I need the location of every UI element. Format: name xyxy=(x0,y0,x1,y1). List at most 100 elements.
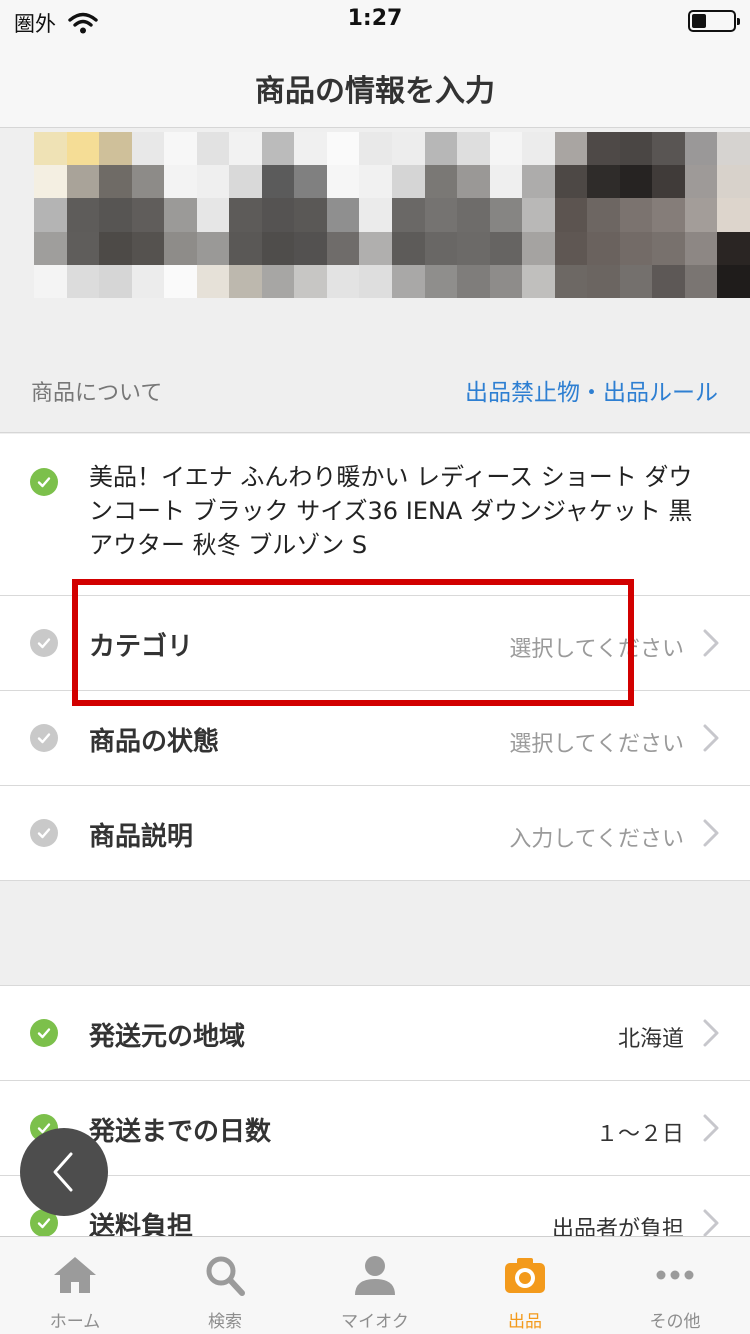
mosaic-tile xyxy=(196,231,230,265)
mosaic-tile xyxy=(34,198,67,232)
rules-link[interactable]: 出品禁止物・出品ルール xyxy=(465,373,718,407)
mosaic-tile xyxy=(684,165,718,199)
mosaic-tile xyxy=(652,132,685,166)
mosaic-tile xyxy=(131,231,165,265)
item-photo-pixelated[interactable] xyxy=(34,132,750,298)
image-strip[interactable] xyxy=(0,129,750,339)
mosaic-tile xyxy=(196,165,230,199)
mosaic-tile xyxy=(619,231,653,265)
back-button[interactable] xyxy=(20,1128,108,1216)
mosaic-tile xyxy=(164,198,197,232)
mosaic-tile xyxy=(99,165,132,199)
row-label: 商品説明 xyxy=(89,822,194,852)
row-value: 北海道 xyxy=(617,1027,684,1052)
mosaic-tile xyxy=(261,231,295,265)
row-ship-days[interactable]: 発送までの日数 １〜２日 xyxy=(0,1081,750,1176)
mosaic-tile xyxy=(554,231,588,265)
section-label: 商品について xyxy=(31,381,163,406)
tab-my-auction[interactable]: マイオク xyxy=(300,1237,450,1334)
row-label: 発送元の地域 xyxy=(89,1022,246,1052)
mosaic-tile xyxy=(522,264,555,298)
tab-home[interactable]: ホーム xyxy=(0,1237,150,1334)
mosaic-tile xyxy=(34,231,67,265)
mosaic-tile xyxy=(294,198,327,232)
mosaic-tile xyxy=(229,231,262,265)
mosaic-tile xyxy=(522,231,555,265)
mosaic-tile xyxy=(684,132,718,166)
mosaic-tile xyxy=(652,198,685,232)
tab-label: 検索 xyxy=(208,1312,242,1332)
battery-level xyxy=(692,14,706,28)
nav-bar: 商品の情報を入力 xyxy=(0,44,750,128)
battery-icon xyxy=(688,10,740,32)
row-ship-from[interactable]: 発送元の地域 北海道 xyxy=(0,986,750,1081)
mosaic-tile xyxy=(34,132,67,166)
row-label: 商品の状態 xyxy=(89,727,220,757)
mosaic-tile xyxy=(359,165,392,199)
mosaic-tile xyxy=(359,231,392,265)
mosaic-tile xyxy=(294,231,327,265)
tab-more[interactable]: その他 xyxy=(600,1237,750,1334)
mosaic-tile xyxy=(424,198,458,232)
tab-label: その他 xyxy=(649,1312,701,1332)
tab-label: 出品 xyxy=(508,1312,542,1332)
row-description[interactable]: 商品説明 入力してください xyxy=(0,786,750,881)
mosaic-tile xyxy=(392,132,425,166)
row-value: １〜２日 xyxy=(595,1122,684,1147)
page-title: 商品の情報を入力 xyxy=(255,74,495,109)
mosaic-tile xyxy=(66,231,100,265)
mosaic-tile xyxy=(99,132,132,166)
mosaic-tile xyxy=(652,264,685,298)
mosaic-tile xyxy=(229,132,262,166)
mosaic-tile xyxy=(457,132,490,166)
chevron-right-icon xyxy=(703,724,719,752)
tab-label: ホーム xyxy=(49,1312,101,1332)
mosaic-tile xyxy=(131,165,165,199)
mosaic-tile xyxy=(131,264,165,298)
mosaic-tile xyxy=(424,264,458,298)
mosaic-tile xyxy=(554,165,588,199)
tab-search[interactable]: 検索 xyxy=(150,1237,300,1334)
mosaic-tile xyxy=(196,198,230,232)
row-label: 発送までの日数 xyxy=(89,1117,272,1147)
mosaic-tile xyxy=(457,198,490,232)
mosaic-tile xyxy=(196,264,230,298)
mosaic-tile xyxy=(717,198,750,232)
chevron-right-icon xyxy=(703,819,719,847)
mosaic-tile xyxy=(99,264,132,298)
mosaic-tile xyxy=(294,264,327,298)
mosaic-tile xyxy=(229,198,262,232)
mosaic-tile xyxy=(424,132,458,166)
check-icon xyxy=(30,819,58,847)
section-header: 商品について 出品禁止物・出品ルール xyxy=(0,339,750,433)
status-bar: 圏外 1:27 xyxy=(0,0,750,44)
mosaic-tile xyxy=(457,264,490,298)
item-title-row[interactable]: 美品！イエナ ふんわり暖かい レディース ショート ダウンコート ブラック サイ… xyxy=(0,434,750,596)
mosaic-tile xyxy=(619,132,653,166)
mosaic-tile xyxy=(424,165,458,199)
mosaic-tile xyxy=(587,264,620,298)
mosaic-tile xyxy=(359,264,392,298)
mosaic-tile xyxy=(587,231,620,265)
clock: 1:27 xyxy=(347,6,403,31)
mosaic-tile xyxy=(66,198,100,232)
row-value: 選択してください xyxy=(509,732,684,757)
mosaic-tile xyxy=(392,198,425,232)
mosaic-tile xyxy=(294,132,327,166)
check-icon xyxy=(30,724,58,752)
mosaic-tile xyxy=(261,198,295,232)
camera-icon xyxy=(505,1258,545,1293)
more-icon xyxy=(656,1270,694,1280)
mosaic-tile xyxy=(99,231,132,265)
mosaic-tile xyxy=(131,198,165,232)
mosaic-tile xyxy=(522,165,555,199)
mosaic-tile xyxy=(457,231,490,265)
mosaic-tile xyxy=(489,264,523,298)
tab-sell[interactable]: 出品 xyxy=(450,1237,600,1334)
mosaic-tile xyxy=(684,264,718,298)
mosaic-tile xyxy=(34,165,67,199)
chevron-left-icon xyxy=(53,1152,73,1192)
mosaic-tile xyxy=(164,264,197,298)
mosaic-tile xyxy=(261,165,295,199)
mosaic-tile xyxy=(717,132,750,166)
